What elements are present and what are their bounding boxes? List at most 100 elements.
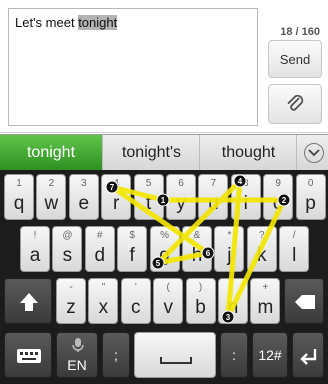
send-button[interactable]: Send bbox=[268, 40, 322, 78]
key-t[interactable]: 5t bbox=[133, 174, 164, 220]
key-alt-label: ( bbox=[166, 282, 170, 293]
key-label: c bbox=[131, 297, 141, 318]
key-label: h bbox=[191, 245, 203, 266]
key-p[interactable]: 0p bbox=[295, 174, 326, 220]
numbers-label: 12# bbox=[258, 347, 282, 363]
key-label: g bbox=[159, 245, 170, 266]
key-l[interactable]: / l bbox=[279, 226, 310, 272]
space-key[interactable] bbox=[134, 332, 216, 378]
key-label: p bbox=[305, 193, 316, 214]
key-alt-label: 5 bbox=[145, 178, 152, 189]
shift-key[interactable] bbox=[4, 278, 52, 324]
key-label: j bbox=[227, 245, 232, 266]
semicolon-label: ; bbox=[114, 347, 118, 363]
key-label: q bbox=[13, 193, 25, 214]
key-alt-label: 6 bbox=[178, 178, 184, 189]
key-alt-label: @ bbox=[62, 230, 73, 241]
key-alt-label: # bbox=[97, 230, 103, 241]
key-j[interactable]: * j bbox=[214, 226, 245, 272]
key-e[interactable]: 3e bbox=[68, 174, 99, 220]
key-c[interactable]: ' c bbox=[120, 278, 151, 324]
key-label: f bbox=[129, 245, 135, 266]
colon-key[interactable]: : bbox=[220, 332, 248, 378]
key-z[interactable]: -z bbox=[56, 278, 86, 324]
key-alt-label: 2 bbox=[48, 178, 55, 189]
message-input[interactable]: Let's meet tonight bbox=[8, 8, 258, 126]
more-suggestions-button[interactable] bbox=[304, 143, 324, 163]
key-o[interactable]: 9o bbox=[263, 174, 294, 220]
key-label: w bbox=[44, 193, 59, 214]
language-key[interactable]: EN bbox=[56, 332, 98, 378]
key-alt-label: $ bbox=[129, 230, 135, 241]
key-d[interactable]: # d bbox=[84, 226, 115, 272]
key-label: b bbox=[195, 297, 206, 318]
key-a[interactable]: ! a bbox=[20, 226, 50, 272]
key-x[interactable]: " x bbox=[88, 278, 119, 324]
key-i[interactable]: 8i bbox=[230, 174, 261, 220]
key-label: d bbox=[94, 245, 106, 266]
keyboard-settings-key[interactable] bbox=[4, 332, 52, 378]
keyboard-icon bbox=[17, 349, 41, 363]
suggestion-item[interactable]: tonight's bbox=[104, 135, 200, 171]
key-r[interactable]: 4r bbox=[101, 174, 132, 220]
attach-button[interactable] bbox=[268, 84, 322, 124]
key-v[interactable]: (v bbox=[153, 278, 184, 324]
key-g[interactable]: % g bbox=[149, 226, 180, 272]
key-label: i bbox=[243, 193, 248, 214]
key-label: a bbox=[29, 245, 41, 266]
key-alt-label: ' bbox=[134, 282, 137, 293]
colon-label: : bbox=[232, 347, 236, 363]
char-counter: 18 / 160 bbox=[280, 26, 320, 38]
suggestion-bar: tonight tonight's thought bbox=[0, 134, 328, 171]
key-label: o bbox=[272, 193, 284, 214]
key-alt-label: * bbox=[227, 230, 232, 241]
key-label: u bbox=[208, 193, 219, 214]
key-alt-label: - bbox=[69, 282, 73, 293]
key-alt-label: 3 bbox=[81, 178, 87, 189]
shift-arrow-icon bbox=[20, 293, 38, 311]
key-alt-label: 1 bbox=[16, 178, 22, 189]
microphone-icon bbox=[72, 338, 84, 352]
message-text-highlight: tonight bbox=[78, 15, 118, 30]
compose-area: Let's meet tonight 18 / 160 Send bbox=[0, 0, 328, 133]
key-b[interactable]: ) b bbox=[185, 278, 216, 324]
enter-icon bbox=[300, 349, 317, 365]
key-label: n bbox=[227, 297, 239, 318]
key-y[interactable]: 6y bbox=[166, 174, 196, 220]
suggestion-item[interactable]: tonight bbox=[0, 135, 103, 171]
enter-key[interactable] bbox=[292, 332, 324, 378]
semicolon-key[interactable]: ; bbox=[102, 332, 130, 378]
key-h[interactable]: & h bbox=[182, 226, 212, 272]
key-label: y bbox=[176, 193, 186, 214]
key-u[interactable]: 7u bbox=[198, 174, 229, 220]
key-n[interactable]: n bbox=[218, 278, 248, 324]
suggestion-item[interactable]: thought bbox=[201, 135, 297, 171]
key-label: t bbox=[145, 193, 152, 214]
key-label: s bbox=[62, 245, 73, 266]
key-alt-label: 7 bbox=[210, 178, 217, 189]
backspace-key[interactable] bbox=[284, 278, 324, 324]
key-k[interactable]: ? k bbox=[246, 226, 277, 272]
key-q[interactable]: 1q bbox=[4, 174, 34, 220]
key-m[interactable]: + m bbox=[250, 278, 281, 324]
key-alt-label: & bbox=[193, 230, 201, 241]
language-label: EN bbox=[67, 357, 87, 373]
key-label: v bbox=[163, 297, 173, 318]
paperclip-icon bbox=[287, 94, 304, 111]
message-text: Let's meet tonight bbox=[15, 15, 118, 30]
key-w[interactable]: 2w bbox=[36, 174, 67, 220]
key-alt-label: % bbox=[160, 230, 170, 241]
backspace-icon bbox=[295, 295, 315, 309]
key-alt-label: ? bbox=[259, 230, 265, 241]
message-text-plain: Let's meet bbox=[15, 15, 79, 30]
key-label: k bbox=[257, 245, 267, 266]
key-alt-label: ! bbox=[33, 230, 37, 241]
key-label: x bbox=[98, 297, 109, 318]
numbers-key[interactable]: 12# bbox=[252, 332, 288, 378]
key-s[interactable]: @ s bbox=[52, 226, 83, 272]
key-label: r bbox=[113, 193, 120, 214]
key-label: m bbox=[257, 297, 274, 318]
key-f[interactable]: $ f bbox=[117, 226, 148, 272]
key-alt-label: 9 bbox=[275, 178, 281, 189]
chevron-down-icon bbox=[308, 149, 320, 157]
